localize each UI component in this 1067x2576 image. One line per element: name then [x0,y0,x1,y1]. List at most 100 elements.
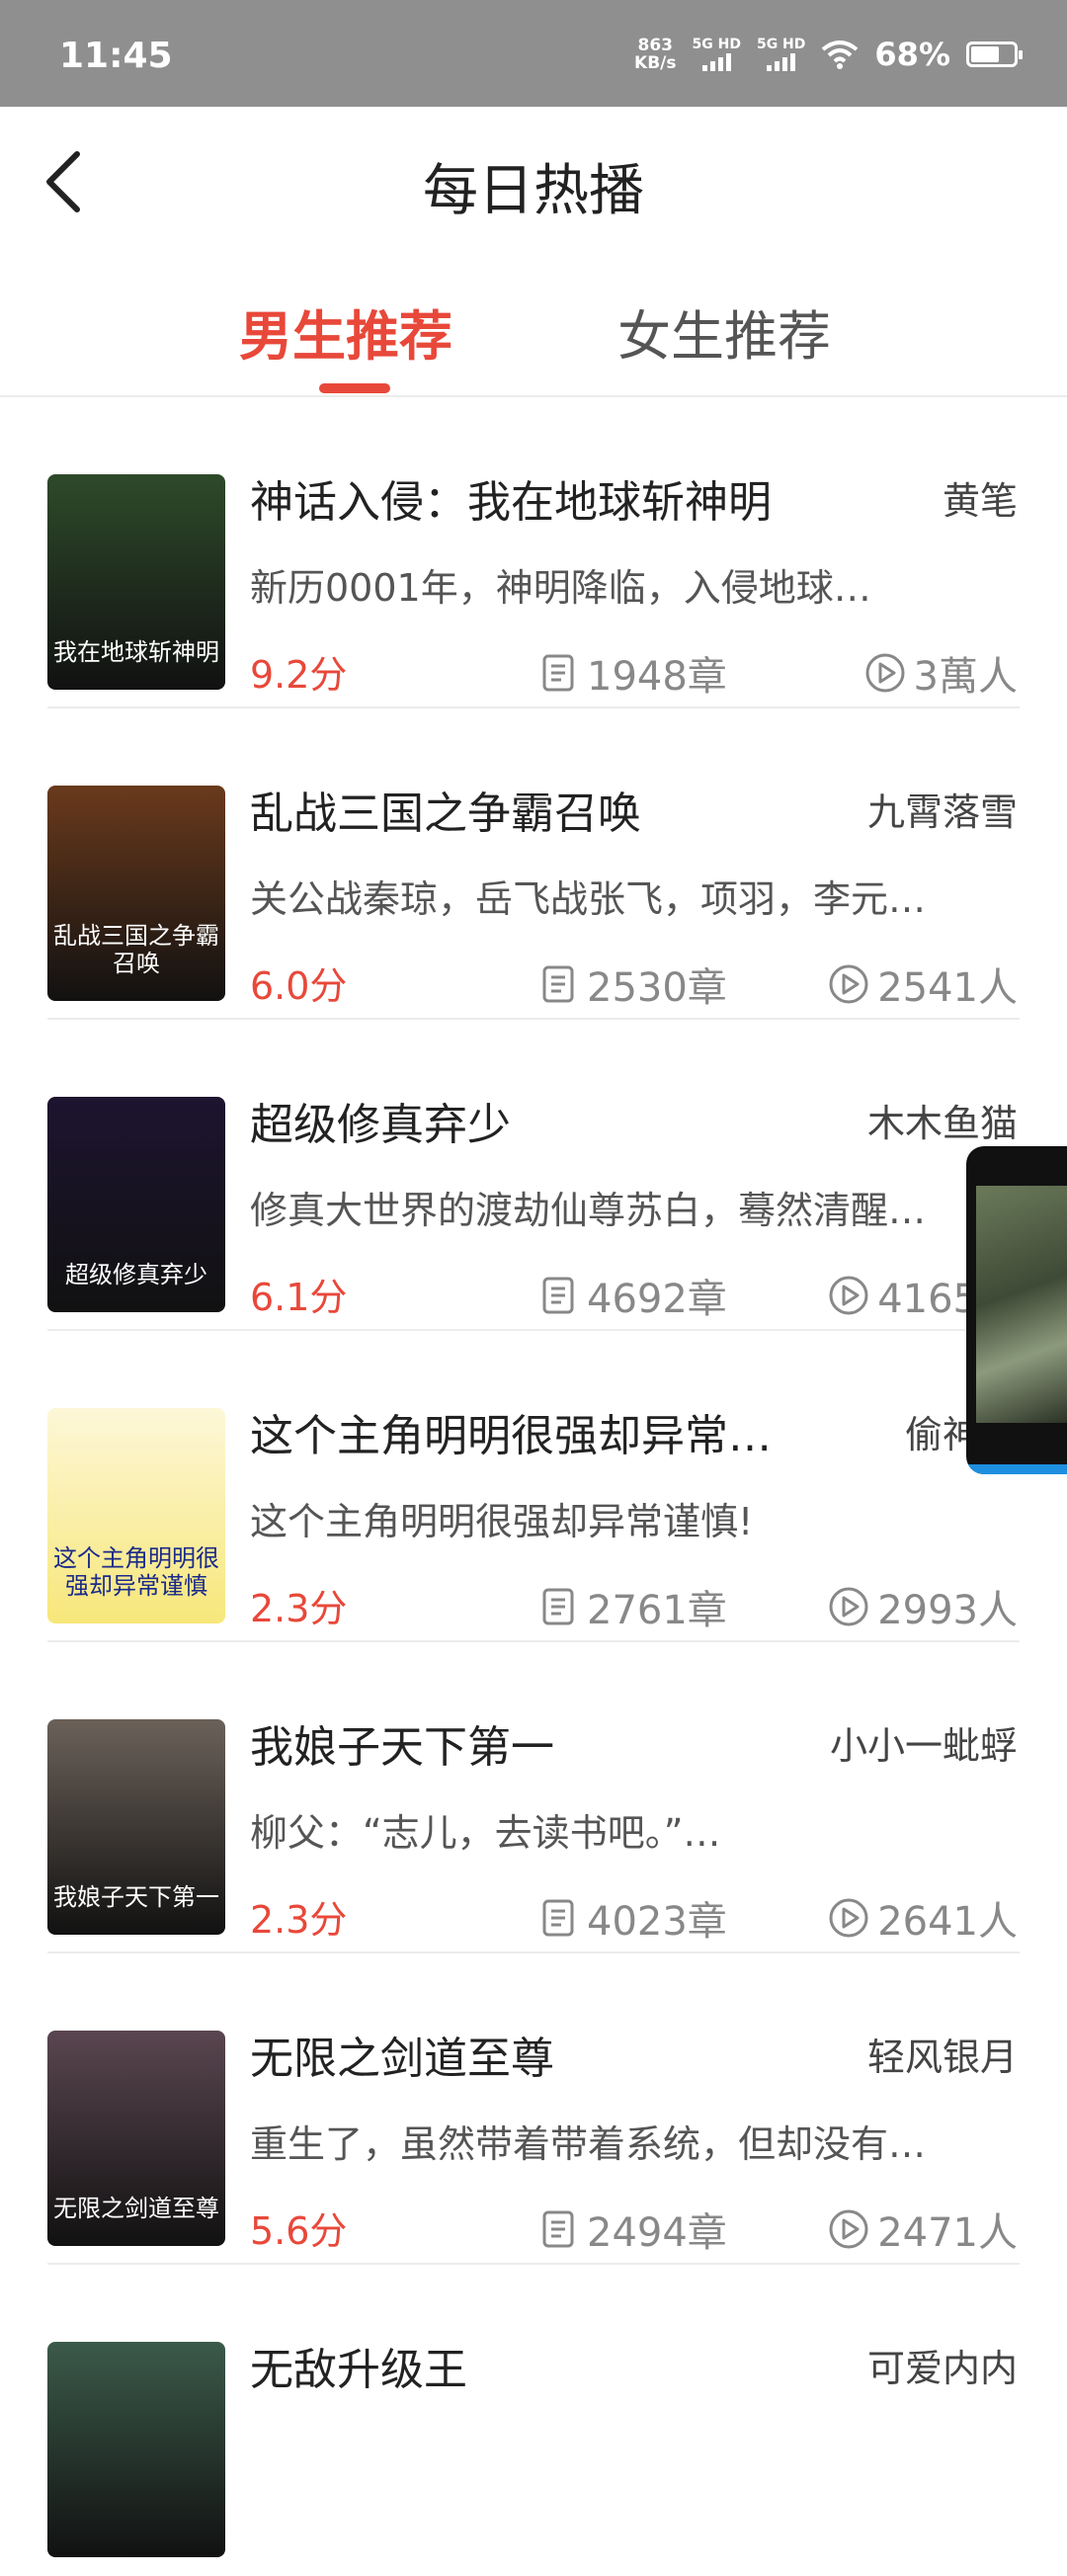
active-tab-indicator [319,383,390,393]
chapter-count-value: 2761章 [587,1588,727,1633]
status-icons: 863 KB/s 5G HD 5G HD 68% [634,36,1023,73]
reader-count: 2993人 [828,1578,1018,1635]
chapter-count-value: 1948章 [587,654,727,700]
book-item[interactable]: 我娘子天下第一 我娘子天下第一 小小一蚍蜉 柳父：“志儿，去读书吧。”… 2.3… [0,1642,1067,1953]
book-item[interactable]: 超级修真弃少 超级修真弃少 木木鱼猫 修真大世界的渡劫仙尊苏白，蓦然清醒… 6.… [0,1020,1067,1331]
chapter-count: 2530章 [541,956,727,1013]
book-author: 小小一蚍蜉 [829,1724,1018,1768]
book-title: 无敌升级王 [250,2345,467,2395]
signal-icon-2: 5G HD [757,38,805,71]
book-description: 关公战秦琼，岳飞战张飞，项羽，李元… [250,877,927,921]
net-speed-value: 863 [637,36,674,55]
chapter-list-icon [542,1588,574,1625]
tab-male-recommend[interactable]: 男生推荐 [239,292,452,371]
play-icon [829,1898,868,1938]
book-author: 九霄落雪 [866,790,1018,834]
play-icon [829,1587,868,1626]
top-bar: 每日热播 [0,107,1067,261]
book-author: 可爱内内 [866,2347,1018,2390]
cover-title: 无限之剑道至尊 [53,2195,219,2222]
book-item[interactable]: 乱战三国之争霸召唤 乱战三国之争霸召唤 九霄落雪 关公战秦琼，岳飞战张飞，项羽，… [0,708,1067,1020]
book-author: 轻风银月 [866,2036,1018,2079]
book-item[interactable]: 无敌升级王 可爱内内 [0,2265,1067,2576]
book-description: 新历0001年，神明降临，入侵地球… [250,566,871,610]
reader-count: 2641人 [828,1889,1018,1947]
cover-title: 这个主角明明很强却异常谨慎 [53,1544,219,1600]
book-score: 2.3分 [250,1587,348,1630]
battery-icon [966,42,1023,67]
cover-title: 我娘子天下第一 [53,1883,219,1911]
wifi-icon [822,41,859,69]
chapter-count-value: 4023章 [587,1899,727,1945]
play-icon [829,1276,868,1315]
book-score: 2.3分 [250,1898,348,1942]
chapter-count: 2761章 [541,1578,727,1635]
video-thumbnail [976,1186,1067,1423]
sim2-label: 5G HD [756,37,806,52]
book-score: 9.2分 [250,653,348,697]
book-score: 5.6分 [250,2209,348,2253]
status-bar: 11:45 863 KB/s 5G HD 5G HD 68% [0,0,1067,107]
tab-bar: 男生推荐 女生推荐 [0,261,1067,395]
reader-count-value: 3萬人 [913,654,1018,700]
book-title: 超级修真弃少 [250,1100,511,1150]
book-item[interactable]: 我在地球斩神明 神话入侵：我在地球斩神明 黄笔 新历0001年，神明降临，入侵地… [0,397,1067,708]
reader-count: 3萬人 [864,644,1018,702]
book-description: 修真大世界的渡劫仙尊苏白，蓦然清醒… [250,1189,927,1232]
chapter-list-icon [542,654,574,692]
book-cover[interactable]: 我娘子天下第一 [47,1719,225,1935]
book-title: 神话入侵：我在地球斩神明 [250,477,772,528]
chapter-count: 1948章 [541,644,727,702]
chapter-count-value: 4692章 [587,1277,727,1322]
reader-count-value: 2641人 [877,1899,1018,1945]
chapter-count: 4023章 [541,1889,727,1947]
play-icon [829,2209,868,2249]
book-cover[interactable]: 超级修真弃少 [47,1097,225,1312]
reader-count-value: 2471人 [877,2210,1018,2256]
book-score: 6.0分 [250,964,348,1008]
book-description: 重生了，虽然带着带着系统，但却没有… [250,2122,927,2166]
book-item[interactable]: 无限之剑道至尊 无限之剑道至尊 轻风银月 重生了，虽然带着带着系统，但却没有… … [0,1953,1067,2265]
book-cover[interactable]: 这个主角明明很强却异常谨慎 [47,1408,225,1623]
reader-count: 2541人 [828,956,1018,1013]
page-title: 每日热播 [423,159,644,223]
chapter-count-value: 2494章 [587,2210,727,2256]
chapter-count: 4692章 [541,1267,727,1324]
book-title: 这个主角明明很强却异常… [250,1411,772,1461]
chapter-list-icon [542,1277,574,1314]
cover-title: 超级修真弃少 [65,1261,207,1288]
chapter-list-icon [542,1899,574,1937]
battery-percent: 68% [874,36,950,73]
book-cover[interactable]: 无限之剑道至尊 [47,2031,225,2246]
book-title: 我娘子天下第一 [250,1722,554,1773]
book-author: 黄笔 [942,479,1018,523]
reader-count-value: 2993人 [877,1588,1018,1633]
net-speed-unit: KB/s [634,53,677,73]
book-cover[interactable]: 乱战三国之争霸召唤 [47,786,225,1001]
book-list: 我在地球斩神明 神话入侵：我在地球斩神明 黄笔 新历0001年，神明降临，入侵地… [0,397,1067,2576]
play-icon [829,964,868,1004]
chapter-list-icon [542,965,574,1003]
book-description: 柳父：“志儿，去读书吧。”… [250,1811,721,1855]
status-time: 11:45 [59,36,173,76]
book-cover[interactable] [47,2342,225,2557]
book-cover[interactable]: 我在地球斩神明 [47,474,225,690]
tab-female-recommend[interactable]: 女生推荐 [617,292,831,371]
book-description: 这个主角明明很强却异常谨慎! [250,1500,754,1543]
network-speed: 863 KB/s [634,37,676,72]
sim1-label: 5G HD [692,37,741,52]
book-item[interactable]: 这个主角明明很强却异常谨慎 这个主角明明很强却异常… 偷神月 这个主角明明很强却… [0,1331,1067,1642]
floating-video-window[interactable] [966,1146,1067,1474]
cover-title: 乱战三国之争霸召唤 [53,922,219,977]
book-author: 木木鱼猫 [866,1102,1018,1145]
chapter-list-icon [542,2210,574,2248]
book-score: 6.1分 [250,1276,348,1319]
reader-count-value: 2541人 [877,965,1018,1011]
reader-count: 2471人 [828,2201,1018,2258]
book-title: 乱战三国之争霸召唤 [250,789,641,839]
play-icon [865,653,905,693]
chapter-count-value: 2530章 [587,965,727,1011]
video-progress-bar [966,1464,1067,1474]
cover-title: 我在地球斩神明 [53,638,219,666]
chapter-count: 2494章 [541,2201,727,2258]
